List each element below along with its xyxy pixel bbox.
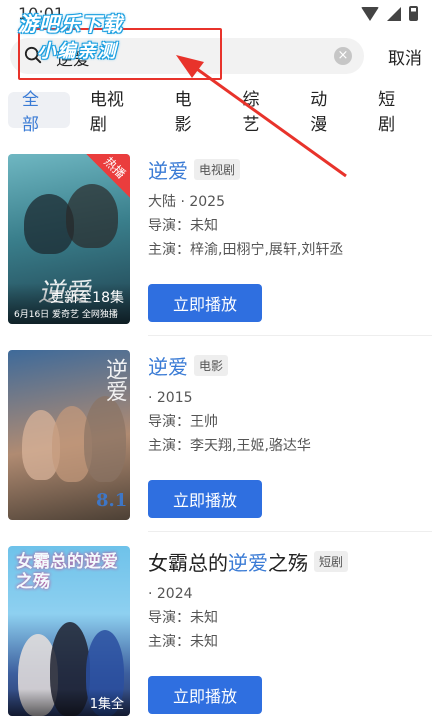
director: 导演：未知 — [148, 610, 218, 626]
result-title[interactable]: 女霸总的逆爱之殇 — [148, 547, 308, 576]
battery-icon — [409, 6, 418, 21]
category-tabs: 全部 电视剧 电影 综艺 动漫 短剧 — [8, 90, 432, 135]
cast: 主演：未知 — [148, 634, 218, 650]
type-tag: 电影 — [194, 354, 229, 376]
result-item[interactable]: 女霸总的逆爱之殇 1集全 女霸总的逆爱之殇 短剧 · 2024 导演：未知 主演… — [0, 538, 432, 716]
poster-caption: 更新至18集 6月16日 爱奇艺 全网独播 — [8, 283, 130, 324]
tab-variety[interactable]: 综艺 — [228, 90, 290, 135]
director: 导演：王帅 — [148, 414, 218, 430]
cancel-button[interactable]: 取消 — [388, 44, 422, 69]
tab-anime[interactable]: 动漫 — [296, 90, 358, 135]
tab-movie[interactable]: 电影 — [161, 90, 223, 135]
play-button[interactable]: 立即播放 — [148, 480, 262, 518]
poster-image[interactable]: 女霸总的逆爱之殇 1集全 — [8, 546, 130, 716]
region-year: · 2015 — [148, 390, 193, 406]
status-time: 10:01 — [18, 4, 65, 23]
clear-icon[interactable]: × — [334, 47, 352, 65]
poster-image[interactable]: 逆爱 热播 更新至18集 6月16日 爱奇艺 全网独播 — [8, 154, 130, 324]
cast: 主演：梓渝,田栩宁,展轩,刘轩丞 — [148, 242, 344, 258]
poster-image[interactable]: 逆爱 8.1 — [8, 350, 130, 520]
type-tag: 短剧 — [314, 550, 349, 572]
tab-all[interactable]: 全部 — [8, 90, 70, 135]
play-button[interactable]: 立即播放 — [148, 284, 262, 322]
signal-icon — [387, 6, 401, 21]
cast: 主演：李天翔,王姬,骆达华 — [148, 438, 311, 454]
status-icons — [361, 6, 418, 21]
director: 导演：未知 — [148, 218, 218, 234]
region-year: · 2024 — [148, 586, 193, 602]
search-icon — [24, 46, 42, 64]
type-tag: 电视剧 — [194, 158, 241, 180]
result-list: 逆爱 热播 更新至18集 6月16日 爱奇艺 全网独播 逆爱 电视剧 大陆 · … — [0, 146, 432, 716]
search-input[interactable]: 逆爱 — [56, 45, 90, 70]
poster-title-art: 女霸总的逆爱之殇 — [16, 552, 118, 592]
result-title[interactable]: 逆爱 — [148, 351, 188, 380]
poster-score: 8.1 — [96, 490, 128, 511]
play-button[interactable]: 立即播放 — [148, 676, 262, 714]
tab-short-drama[interactable]: 短剧 — [364, 90, 426, 135]
wifi-icon — [361, 6, 379, 21]
result-info: 逆爱 电影 · 2015 导演：王帅 主演：李天翔,王姬,骆达华 — [148, 350, 311, 458]
divider — [148, 335, 432, 336]
result-item[interactable]: 逆爱 热播 更新至18集 6月16日 爱奇艺 全网独播 逆爱 电视剧 大陆 · … — [0, 146, 432, 342]
poster-caption: 1集全 — [8, 689, 130, 716]
result-info: 逆爱 电视剧 大陆 · 2025 导演：未知 主演：梓渝,田栩宁,展轩,刘轩丞 — [148, 154, 343, 262]
tab-tv[interactable]: 电视剧 — [76, 90, 155, 135]
result-title[interactable]: 逆爱 — [148, 155, 188, 184]
result-info: 女霸总的逆爱之殇 短剧 · 2024 导演：未知 主演：未知 — [148, 546, 349, 654]
result-item[interactable]: 逆爱 8.1 逆爱 电影 · 2015 导演：王帅 主演：李天翔,王姬,骆达华 … — [0, 342, 432, 538]
status-bar: 10:01 — [0, 0, 432, 28]
hot-badge: 热播 — [86, 154, 130, 198]
divider — [148, 531, 432, 532]
poster-title-art: 逆爱 — [102, 358, 127, 402]
search-box[interactable]: 逆爱 × — [10, 38, 364, 74]
region-year: 大陆 · 2025 — [148, 194, 225, 210]
